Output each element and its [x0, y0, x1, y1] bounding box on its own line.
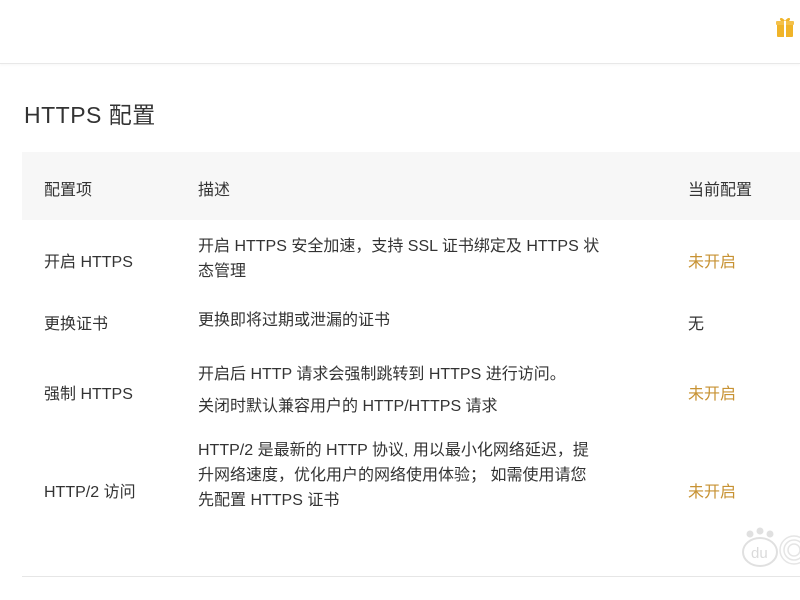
status-link[interactable]: 未开启: [688, 478, 736, 502]
desc-line: 关闭时默认兼容用户的 HTTP/HTTPS 请求: [198, 398, 498, 415]
header-item: 配置项: [44, 182, 93, 199]
top-bar: [0, 0, 800, 64]
desc-line: 开启后 HTTP 请求会强制跳转到 HTTPS 进行访问。: [198, 366, 566, 383]
table-header: 配置项 描述 当前配置: [22, 152, 800, 220]
gift-icon[interactable]: [776, 16, 794, 38]
row-item-label: 更换证书: [44, 316, 109, 333]
desc-line: HTTP/2 是最新的 HTTP 协议, 用以最小化网络延迟，提: [198, 442, 589, 459]
https-config-table: 配置项 描述 当前配置 开启 HTTPS 开启 HTTPS 安全加速，支持 SS…: [22, 152, 800, 509]
row-item-label: 开启 HTTPS: [44, 254, 133, 271]
status-value: 无: [688, 316, 705, 333]
row-item-label: HTTP/2 访问: [44, 484, 136, 501]
status-link[interactable]: 未开启: [688, 248, 736, 272]
desc-line: 态管理: [198, 263, 247, 280]
row-description: 开启 HTTPS 安全加速，支持 SSL 证书绑定及 HTTPS 状 态管理: [198, 234, 648, 284]
watermark-text: du: [751, 545, 768, 562]
header-current-config: 当前配置: [688, 182, 753, 199]
desc-line: 升网络速度，优化用户的网络使用体验； 如需使用请您: [198, 467, 587, 484]
section-title: HTTPS 配置: [24, 102, 156, 128]
row-description: 开启后 HTTP 请求会强制跳转到 HTTPS 进行访问。 关闭时默认兼容用户的…: [198, 362, 648, 419]
baidu-watermark-logo: du: [740, 526, 800, 570]
desc-line: 更换即将过期或泄漏的证书: [198, 312, 391, 329]
row-item-label: 强制 HTTPS: [44, 386, 133, 403]
header-description: 描述: [198, 182, 231, 199]
desc-line: 先配置 HTTPS 证书: [198, 492, 340, 509]
row-description: 更换即将过期或泄漏的证书: [198, 308, 648, 333]
desc-line: 开启 HTTPS 安全加速，支持 SSL 证书绑定及 HTTPS 状: [198, 238, 600, 255]
row-description: HTTP/2 是最新的 HTTP 协议, 用以最小化网络延迟，提 升网络速度，优…: [198, 438, 648, 513]
status-link[interactable]: 未开启: [688, 380, 736, 404]
divider: [22, 576, 800, 577]
